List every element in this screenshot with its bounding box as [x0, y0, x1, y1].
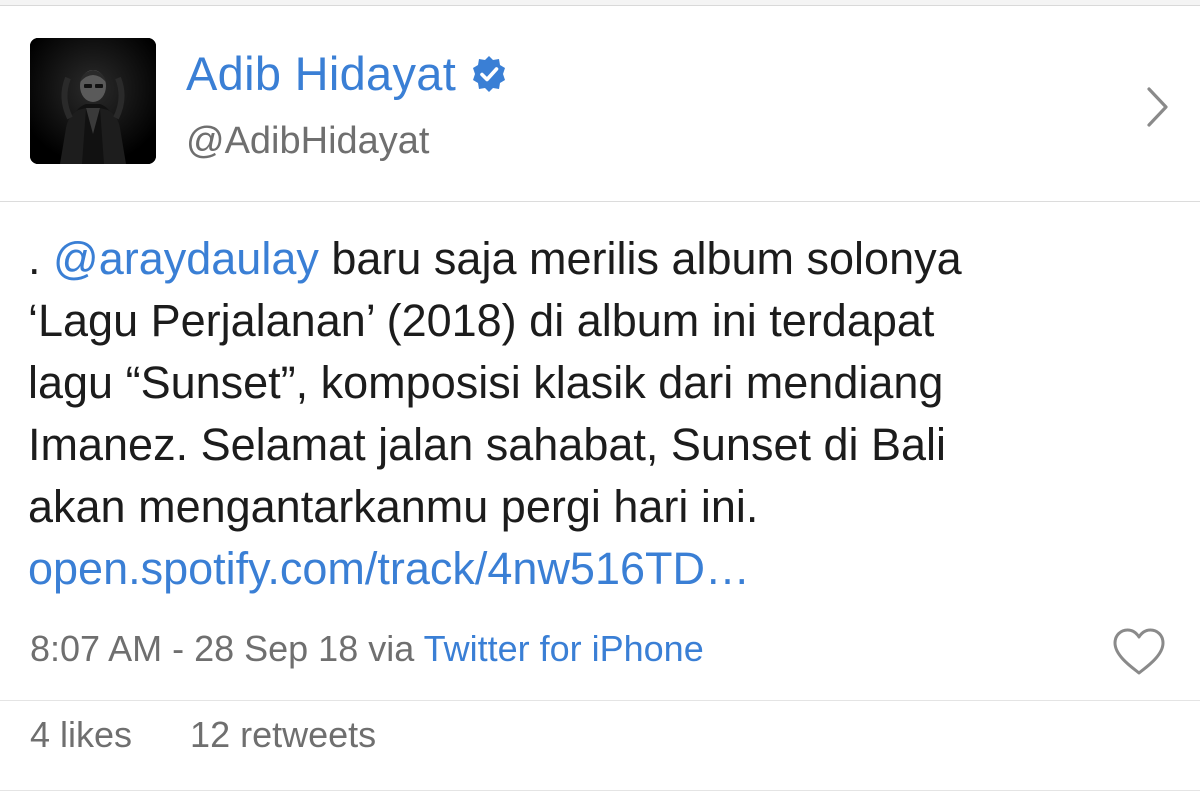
likes-count[interactable]: 4 likes: [30, 714, 132, 756]
chevron-right-icon[interactable]: [1142, 84, 1172, 130]
tweet-stats: 4 likes 12 retweets: [30, 714, 376, 756]
avatar-photo: [30, 38, 156, 164]
tweet-text: . @araydaulay baru saja merilis album so…: [28, 228, 1178, 600]
tweet-meta: 8:07 AM - 28 Sep 18 via Twitter for iPho…: [30, 628, 704, 670]
bottom-divider: [0, 790, 1200, 791]
tweet-author-header[interactable]: Adib Hidayat @AdibHidayat: [0, 6, 1200, 202]
tweet-line-1: . @araydaulay baru saja merilis album so…: [28, 228, 1178, 290]
tweet-line-5: akan mengantarkanmu pergi hari ini.: [28, 481, 759, 532]
tweet-line-3: lagu “Sunset”, komposisi klasik dari men…: [28, 357, 944, 408]
avatar[interactable]: [30, 38, 156, 164]
tweet-line-1-rest: baru saja merilis album solonya: [318, 233, 962, 284]
mention-link[interactable]: @araydaulay: [53, 233, 319, 284]
spotify-link[interactable]: open.spotify.com/track/4nw516TD…: [28, 538, 1178, 600]
verified-badge-icon: [473, 55, 506, 92]
heart-icon[interactable]: [1111, 626, 1167, 678]
handle[interactable]: @AdibHidayat: [186, 120, 429, 163]
via-label: via: [358, 628, 424, 669]
tweet-prefix: .: [28, 233, 54, 284]
tweet-line-4: Imanez. Selamat jalan sahabat, Sunset di…: [28, 419, 947, 470]
tweet-line-2: ‘Lagu Perjalanan’ (2018) di album ini te…: [28, 295, 935, 346]
timestamp: 8:07 AM - 28 Sep 18: [30, 628, 359, 669]
display-name[interactable]: Adib Hidayat: [186, 46, 508, 101]
display-name-text[interactable]: Adib Hidayat: [186, 46, 456, 101]
source-link[interactable]: Twitter for iPhone: [424, 628, 704, 669]
retweets-count[interactable]: 12 retweets: [190, 714, 376, 756]
stats-divider: [0, 700, 1200, 701]
